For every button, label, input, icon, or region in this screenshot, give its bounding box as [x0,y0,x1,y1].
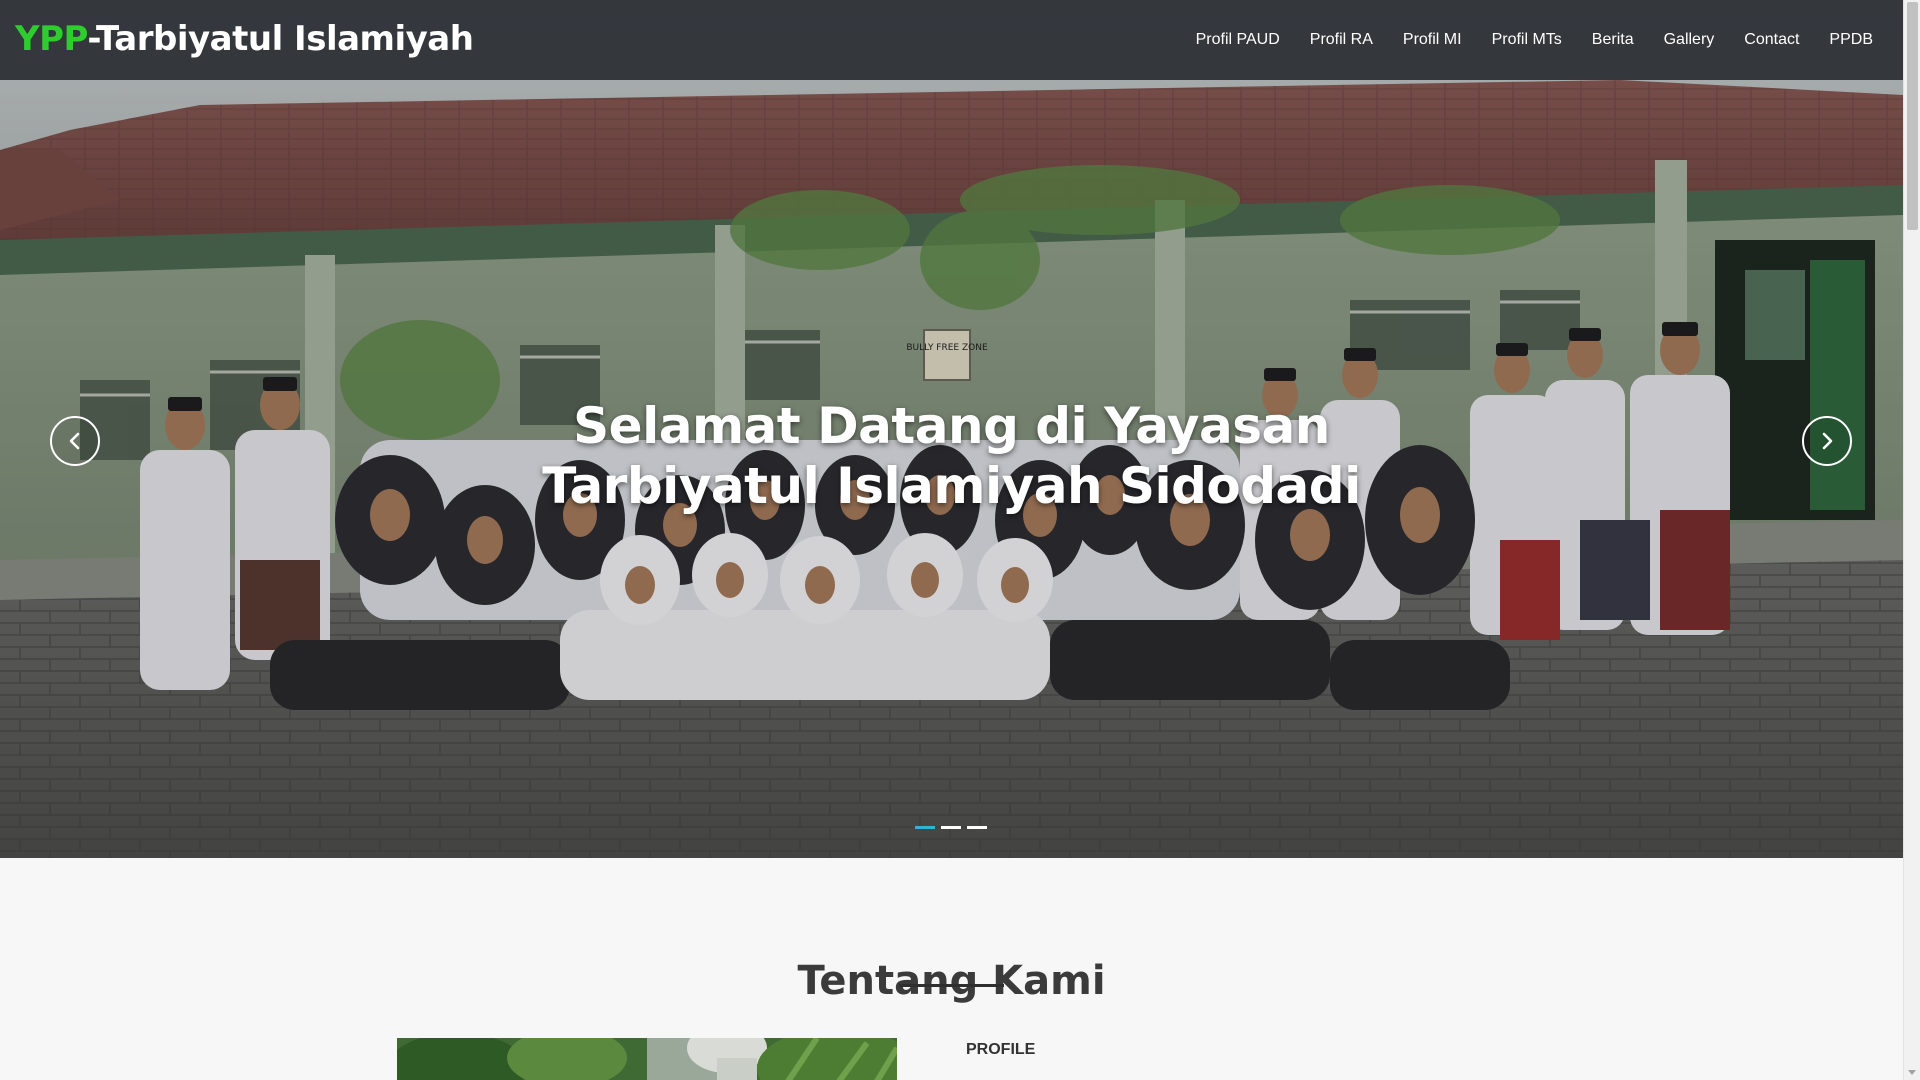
brand-name: -Tarbiyatul Islamiyah [87,19,474,59]
about-profile-label: PROFILE [966,1041,1036,1058]
carousel-indicator-1[interactable] [915,826,935,829]
carousel-caption: Selamat Datang di Yayasan Tarbiyatul Isl… [542,396,1361,515]
page-scrollbar[interactable] [1903,0,1920,1080]
about-photo [397,1038,897,1080]
carousel-indicator-3[interactable] [967,826,987,829]
nav-item-profil-mts[interactable]: Profil MTs [1492,31,1562,49]
nav-item-profil-ra[interactable]: Profil RA [1310,31,1373,49]
navbar: YPP-Tarbiyatul Islamiyah Profil PAUD Pro… [0,0,1903,80]
carousel-next-button[interactable] [1802,416,1852,466]
scrollbar-thumb[interactable] [1907,2,1918,230]
carousel-indicator-2[interactable] [941,826,961,829]
brand-accent: YPP [15,19,88,59]
chevron-right-icon [1822,432,1833,450]
nav-item-contact[interactable]: Contact [1744,31,1799,49]
carousel-prev-button[interactable] [50,416,100,466]
nav-item-profil-paud[interactable]: Profil PAUD [1196,31,1280,49]
page-content: BULLY FREE ZONE YPP-Tarbiyatul Islamiyah… [0,0,1903,1080]
about-title: Tentang Kami [797,958,1106,1005]
about-image [397,1038,897,1080]
chevron-left-icon [69,432,80,450]
about-title-underline [899,984,1004,987]
scroll-down-arrow-icon[interactable] [1908,1070,1916,1075]
page: BULLY FREE ZONE YPP-Tarbiyatul Islamiyah… [0,0,1920,1080]
nav-item-gallery[interactable]: Gallery [1664,31,1715,49]
nav-item-berita[interactable]: Berita [1592,31,1634,49]
nav-menu: Profil PAUD Profil RA Profil MI Profil M… [1166,0,1873,80]
carousel-indicators [915,826,993,830]
nav-item-ppdb[interactable]: PPDB [1829,31,1873,49]
brand-logo[interactable]: YPP-Tarbiyatul Islamiyah [15,16,474,62]
nav-item-profil-mi[interactable]: Profil MI [1403,31,1462,49]
hero-carousel: BULLY FREE ZONE YPP-Tarbiyatul Islamiyah… [0,0,1903,858]
